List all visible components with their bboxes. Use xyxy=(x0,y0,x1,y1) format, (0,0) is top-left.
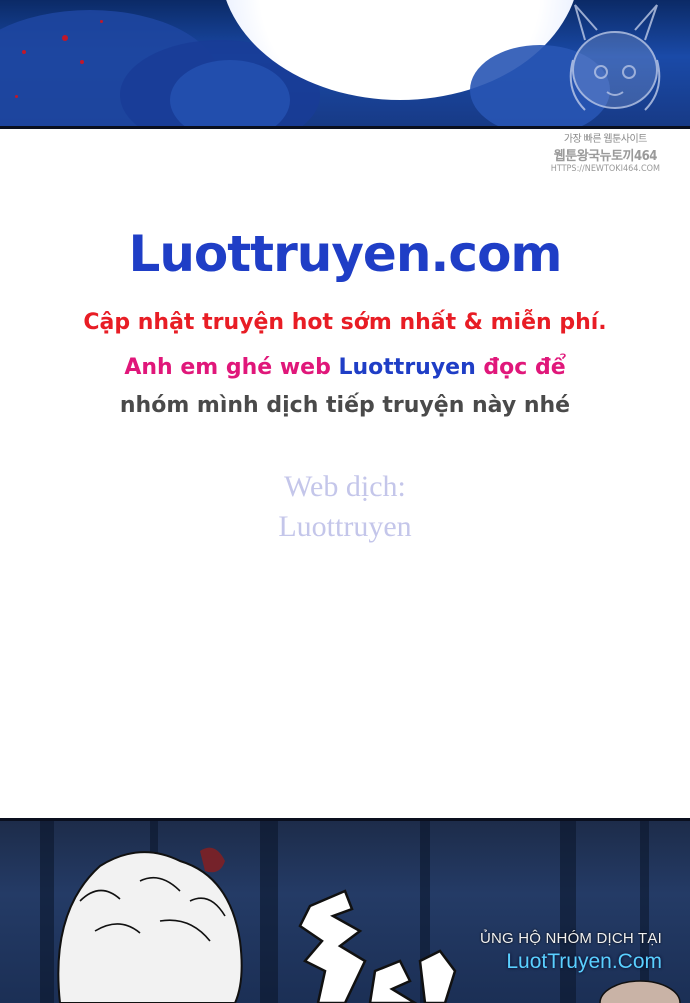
footer-promo: ỦNG HỘ NHÓM DỊCH TẠI LuotTruyen.Com xyxy=(480,930,662,974)
blood-splatter xyxy=(15,95,18,98)
manga-character-sketch xyxy=(57,847,681,1003)
promo-line-2-prefix: Anh em ghé web xyxy=(124,355,339,380)
blood-splatter xyxy=(62,35,68,41)
watermark-url: HTTPS://NEWTOKI464.COM xyxy=(550,164,660,174)
credit-name: Luottruyen xyxy=(278,510,412,543)
promo-line-2-suffix: đọc để xyxy=(475,355,566,380)
site-title: Luottruyen.com xyxy=(128,225,562,283)
watermark-line1: 가장 빠른 웹툰사이트 xyxy=(563,134,648,145)
promo-line-3: nhóm mình dịch tiếp truyện này nhé xyxy=(119,393,571,418)
watermark-line2: 웹툰왕국뉴토끼464 xyxy=(553,149,658,164)
translator-credit: Web dịch: Luottruyen xyxy=(0,467,690,547)
bottom-manga-panel xyxy=(0,818,690,1003)
credit-label: Web dịch: xyxy=(284,470,406,503)
blood-splatter xyxy=(22,50,26,54)
korean-watermark: 가장 빠른 웹툰사이트 웹툰왕국뉴토끼464 HTTPS://NEWTOKI46… xyxy=(551,130,660,174)
footer-promo-link[interactable]: LuotTruyen.Com xyxy=(480,950,662,974)
chibi-mascot-watermark xyxy=(569,4,661,111)
promo-line-1: Cập nhật truyện hot sớm nhất & miễn phí. xyxy=(83,310,607,335)
promo-line-2: Anh em ghé web Luottruyen đọc để xyxy=(0,355,690,380)
top-manga-panel xyxy=(0,0,690,129)
footer-promo-line1: ỦNG HỘ NHÓM DỊCH TẠI xyxy=(479,930,662,947)
blood-splatter xyxy=(100,20,103,23)
blood-splatter xyxy=(80,60,84,64)
promo-line-2-brand: Luottruyen xyxy=(338,355,476,380)
